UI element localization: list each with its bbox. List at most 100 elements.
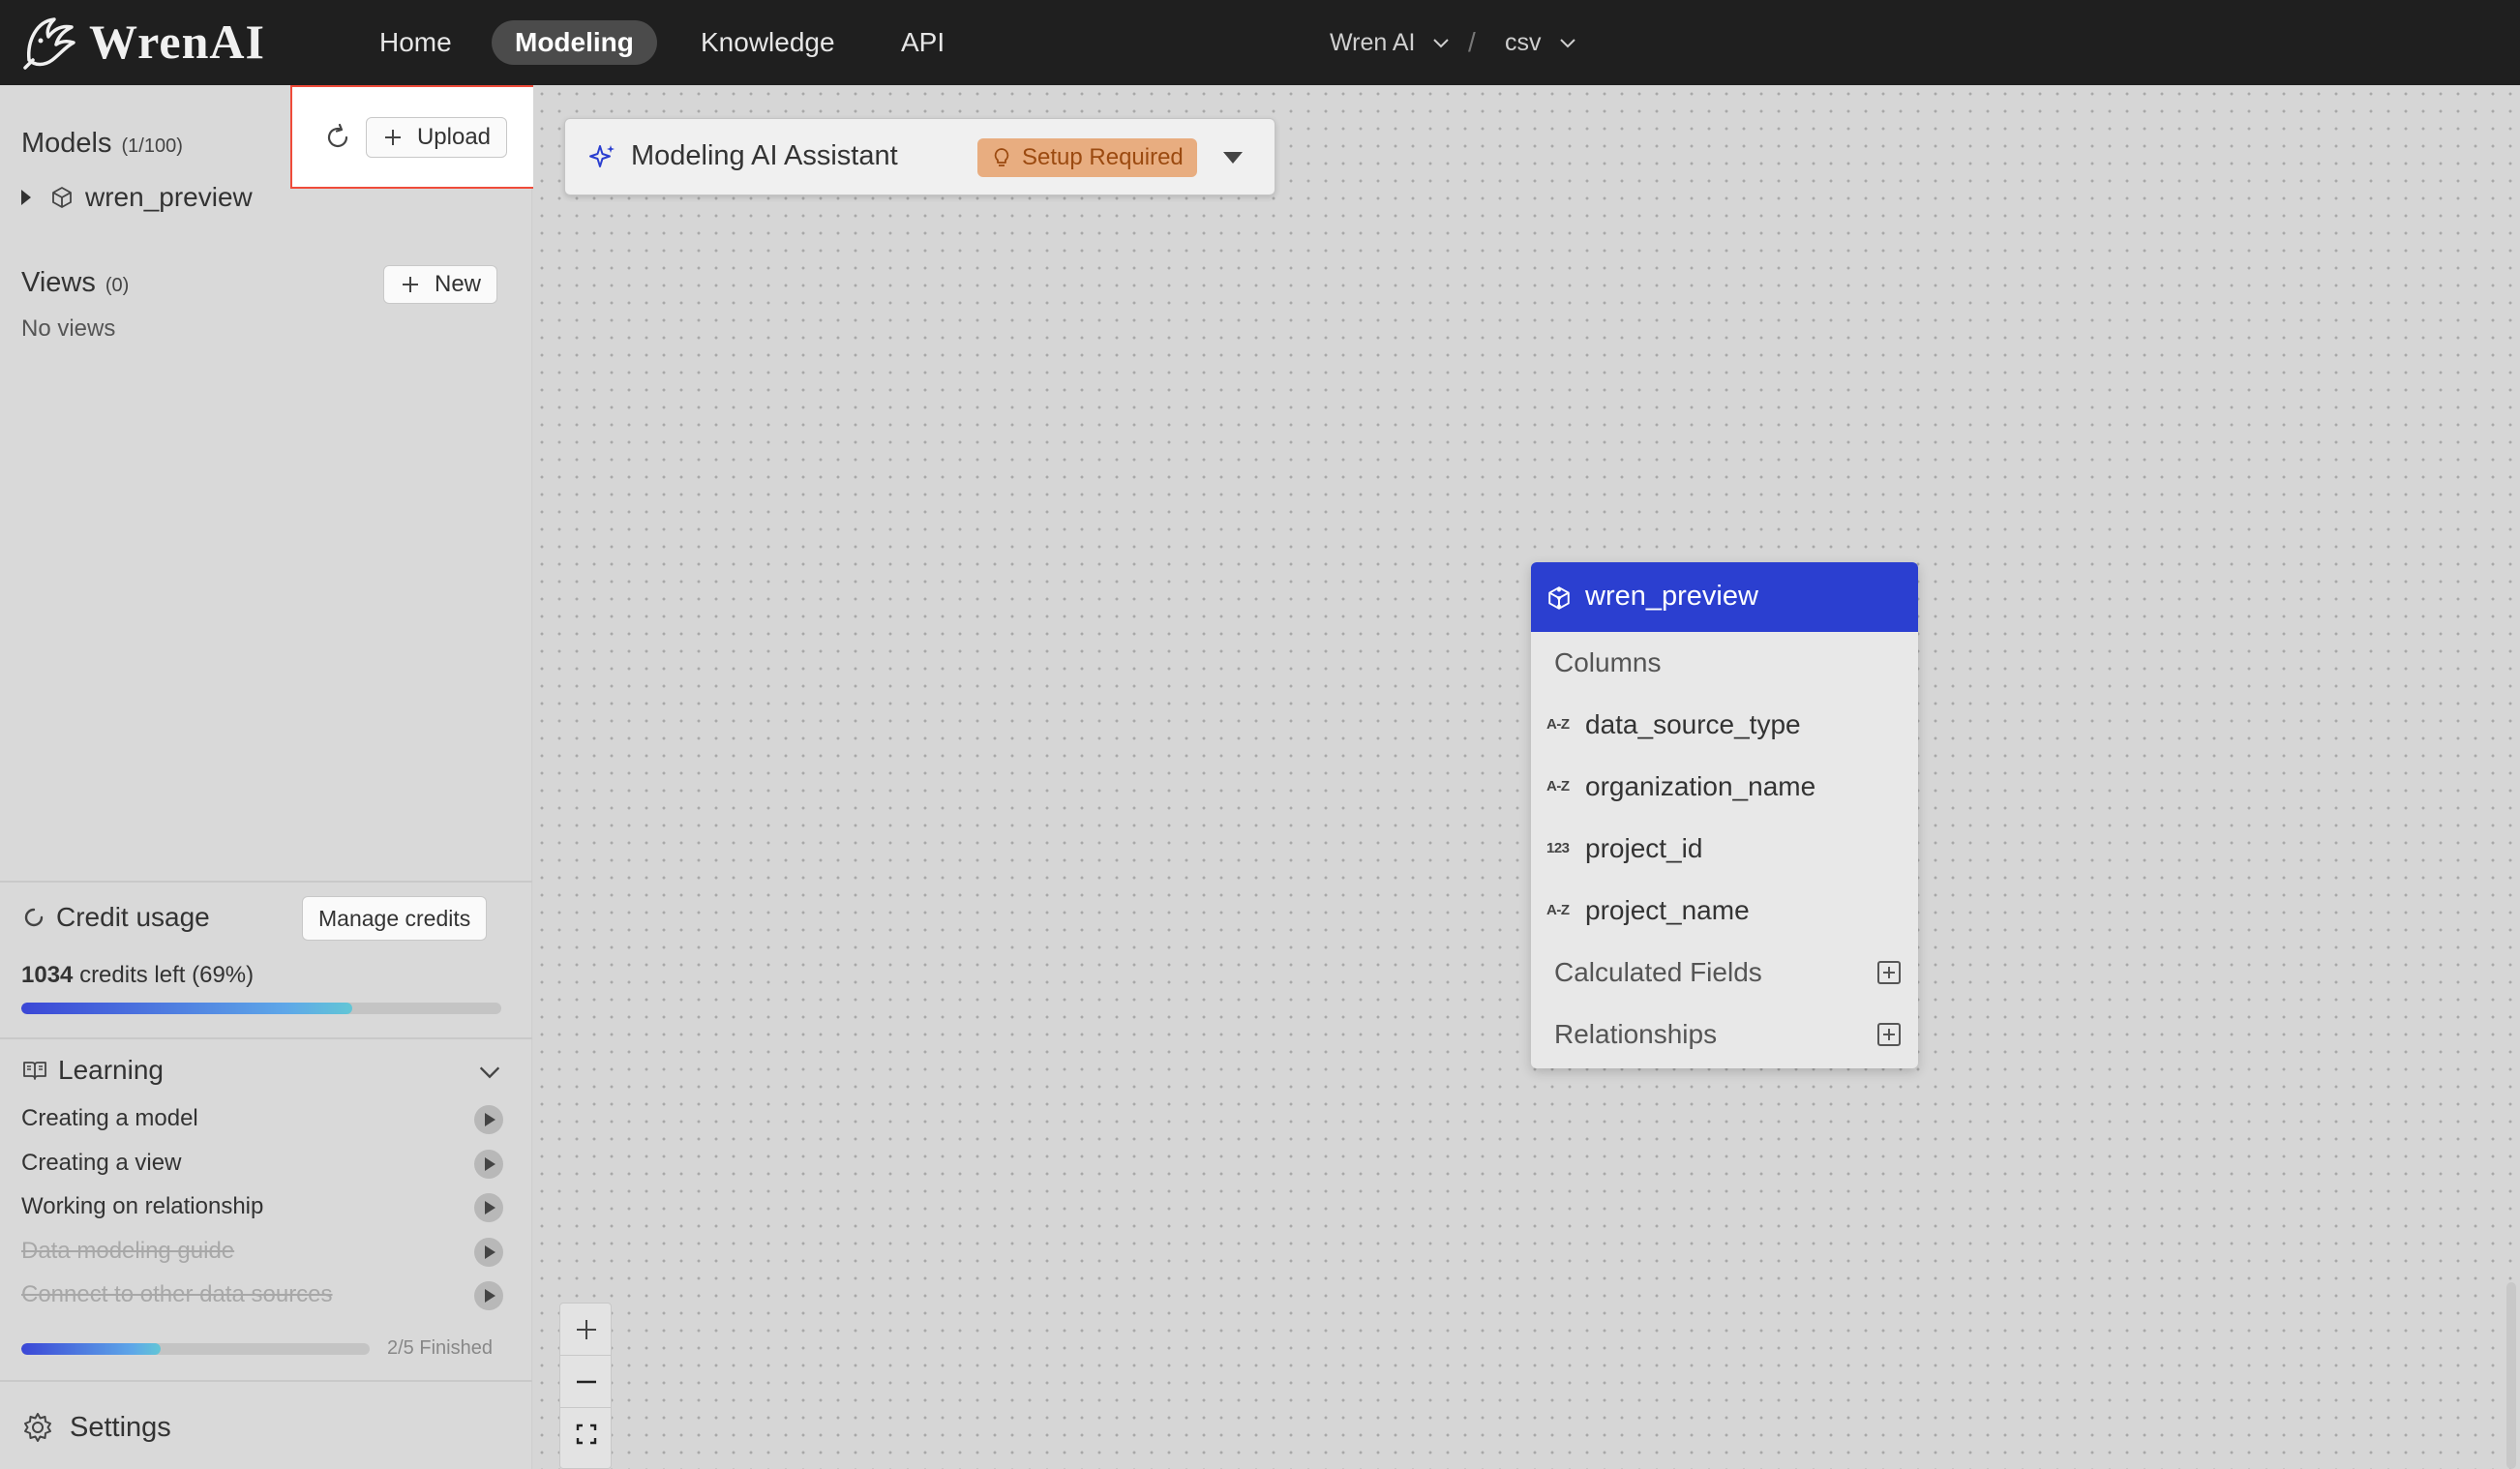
learning-progress-bar: [21, 1343, 370, 1355]
fit-view-button[interactable]: [560, 1408, 611, 1460]
nav-api[interactable]: API: [878, 20, 968, 65]
calculated-fields-label: Calculated Fields: [1554, 957, 1762, 987]
nav-modeling[interactable]: Modeling: [492, 20, 657, 65]
tree-item-model[interactable]: wren_preview: [21, 182, 253, 213]
new-view-label: New: [435, 271, 482, 297]
models-title: Models: [21, 128, 112, 159]
plus-icon: [577, 1320, 596, 1339]
brand-name: WrenAI: [89, 15, 265, 69]
text-type-icon: A-Z: [1546, 778, 1570, 794]
learning-item-label: Creating a view: [21, 1150, 182, 1176]
learning-item-label: Connect to other data sources: [21, 1281, 333, 1307]
learning-progress-fill: [21, 1343, 161, 1355]
settings-link[interactable]: Settings: [21, 1411, 171, 1444]
assistant-label: Modeling AI Assistant: [631, 140, 898, 171]
column-name: organization_name: [1585, 771, 1816, 801]
wren-logo-icon: [23, 17, 75, 70]
credits-suffix: credits left (69%): [79, 962, 255, 988]
manage-credits-label: Manage credits: [318, 905, 471, 931]
play-icon[interactable]: [474, 1193, 503, 1222]
learning-item-done[interactable]: Data modeling guide: [21, 1235, 503, 1268]
number-type-icon: 123: [1546, 840, 1570, 856]
play-icon[interactable]: [474, 1150, 503, 1179]
fullscreen-icon: [576, 1424, 597, 1445]
nav-home[interactable]: Home: [356, 20, 475, 65]
gear-icon: [24, 1413, 51, 1442]
plus-icon: [403, 277, 418, 292]
cube-icon: [52, 187, 72, 208]
minus-icon: [577, 1380, 596, 1384]
column-row[interactable]: A-Z organization_name: [1531, 756, 1918, 818]
caret-down-icon[interactable]: [1223, 152, 1243, 164]
models-toolbox: Upload: [290, 85, 540, 189]
views-heading: Views (0): [21, 267, 129, 299]
text-type-icon: A-Z: [1546, 716, 1570, 733]
add-relationship-icon[interactable]: [1877, 1023, 1901, 1046]
play-icon[interactable]: [474, 1105, 503, 1134]
model-card-header[interactable]: wren_preview: [1531, 562, 1918, 632]
sidebar: Models (1/100) Upload wren_preview Views…: [0, 85, 540, 1469]
learning-item[interactable]: Creating a model: [21, 1102, 503, 1135]
modeling-canvas[interactable]: [533, 85, 2520, 1469]
canvas-scrollbar[interactable]: [2506, 1282, 2516, 1469]
column-row[interactable]: A-Z data_source_type: [1531, 694, 1918, 756]
play-icon[interactable]: [474, 1238, 503, 1267]
learning-header[interactable]: Learning: [21, 1055, 503, 1086]
setup-required-badge[interactable]: Setup Required: [977, 138, 1197, 177]
model-card-title: wren_preview: [1585, 581, 1758, 612]
more-vertical-icon[interactable]: [1546, 585, 1572, 611]
column-name: data_source_type: [1585, 709, 1801, 739]
top-navbar: WrenAI Home Modeling Knowledge API Wren …: [0, 0, 2520, 85]
zoom-controls: [559, 1303, 612, 1469]
upload-button[interactable]: Upload: [365, 116, 508, 158]
bulb-icon: [994, 148, 1009, 166]
breadcrumb-separator: /: [1468, 27, 1476, 57]
add-calculated-field-icon[interactable]: [1877, 961, 1901, 984]
plus-icon: [384, 129, 401, 145]
column-row[interactable]: 123 project_id: [1531, 818, 1918, 880]
sparkle-icon: [589, 145, 615, 167]
book-icon: [23, 1062, 46, 1080]
credits-amount: 1034: [21, 962, 74, 988]
learning-item[interactable]: Working on relationship: [21, 1190, 503, 1223]
caret-right-icon[interactable]: [21, 190, 31, 205]
project-name: Wren AI: [1330, 29, 1416, 56]
column-row[interactable]: A-Z project_name: [1531, 880, 1918, 942]
credit-usage-label: Credit usage: [56, 902, 210, 932]
credit-progress-bar: [21, 1003, 501, 1014]
datasource-selector[interactable]: csv: [1505, 23, 1578, 62]
calculated-fields-row: Calculated Fields: [1531, 942, 1918, 1004]
learning-item-label: Data modeling guide: [21, 1238, 235, 1264]
models-count: (1/100): [121, 135, 183, 157]
sidebar-divider: [0, 881, 532, 883]
nav-knowledge[interactable]: Knowledge: [677, 20, 858, 65]
chevron-down-icon[interactable]: [476, 1059, 503, 1086]
project-selector[interactable]: Wren AI: [1330, 23, 1452, 62]
play-icon[interactable]: [474, 1281, 503, 1310]
zoom-out-button[interactable]: [560, 1356, 611, 1408]
model-card[interactable]: wren_preview Columns A-Z data_source_typ…: [1531, 562, 1918, 1068]
modeling-ai-assistant[interactable]: Modeling AI Assistant Setup Required: [564, 118, 1275, 195]
credit-usage-title: Credit usage: [21, 902, 210, 933]
brand[interactable]: WrenAI: [19, 10, 265, 74]
badge-label: Setup Required: [1022, 144, 1184, 170]
manage-credits-button[interactable]: Manage credits: [302, 896, 488, 941]
tree-item-label: wren_preview: [85, 182, 253, 212]
credit-progress-fill: [21, 1003, 353, 1014]
zoom-in-button[interactable]: [560, 1304, 611, 1356]
loading-circle-icon: [24, 908, 44, 927]
sidebar-divider: [0, 1037, 532, 1039]
datasource-name: csv: [1505, 29, 1542, 56]
new-view-button[interactable]: New: [383, 265, 498, 304]
credits-left-text: 1034 credits left (69%): [21, 962, 254, 989]
learning-item-label: Creating a model: [21, 1105, 198, 1131]
views-count: (0): [105, 275, 130, 296]
sidebar-divider: [0, 1380, 532, 1382]
refresh-icon[interactable]: [323, 123, 352, 152]
views-title: Views: [21, 267, 96, 298]
column-name: project_name: [1585, 895, 1750, 925]
chevron-down-icon: [1559, 39, 1575, 48]
learning-item-done[interactable]: Connect to other data sources: [21, 1278, 503, 1311]
learning-item-label: Working on relationship: [21, 1193, 264, 1219]
learning-item[interactable]: Creating a view: [21, 1147, 503, 1180]
